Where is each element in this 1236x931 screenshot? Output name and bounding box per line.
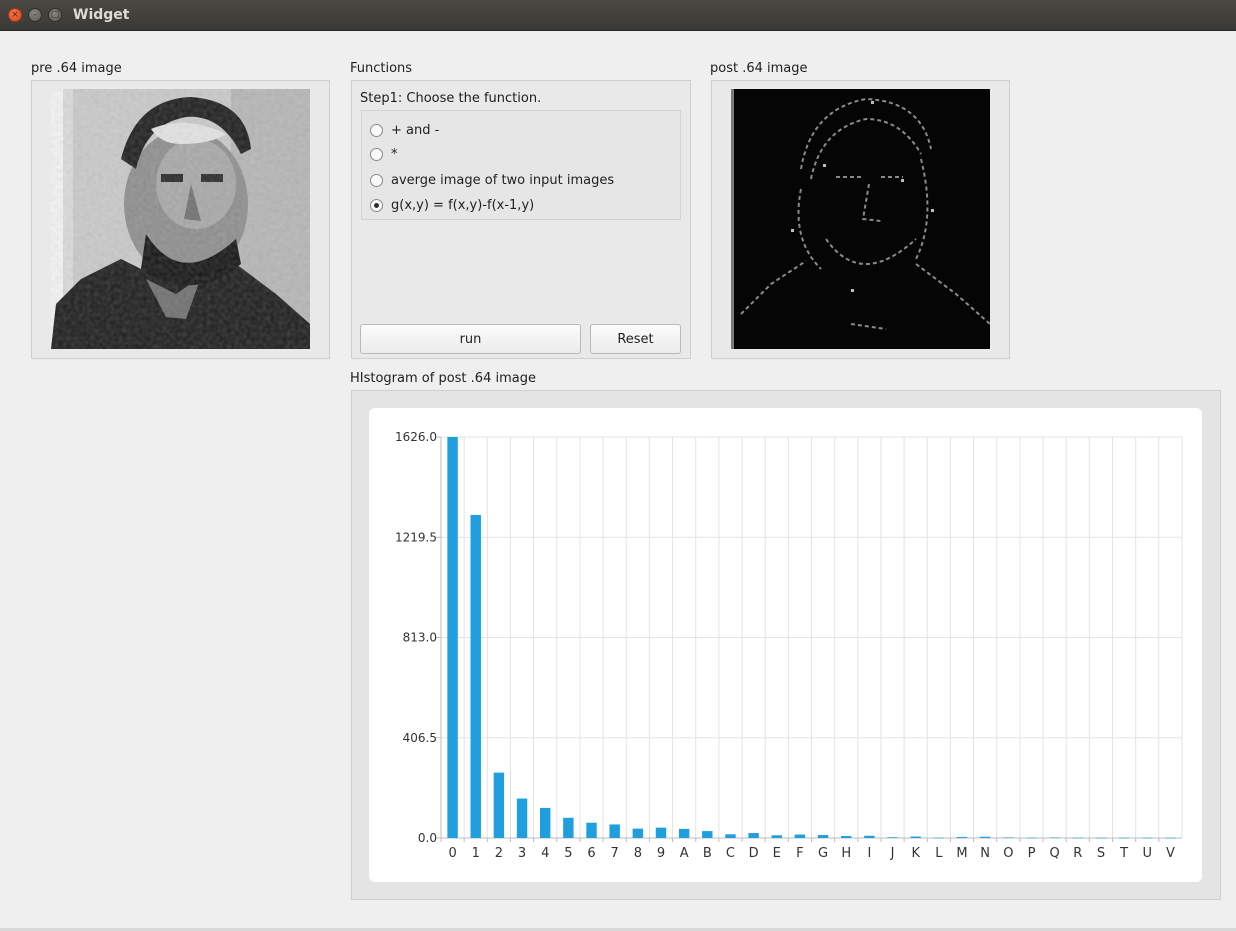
- histogram-bar: [817, 835, 829, 838]
- x-tick-label: F: [796, 846, 803, 861]
- y-tick-label: 813.0: [403, 631, 437, 645]
- x-tick-label: P: [1028, 846, 1036, 861]
- histogram-bar: [725, 834, 736, 838]
- histogram-bar: [539, 807, 551, 838]
- x-tick-label: L: [935, 846, 943, 861]
- histogram-bar: [841, 836, 852, 838]
- histogram-bar: [1049, 837, 1060, 839]
- histogram-bar: [794, 834, 806, 838]
- pre-image: [51, 89, 310, 349]
- option-average[interactable]: averge image of two input images: [370, 170, 614, 190]
- radio-average[interactable]: [370, 173, 383, 187]
- histogram-bar: [1142, 837, 1153, 839]
- y-tick-label: 1219.5: [395, 530, 437, 544]
- x-tick-label: A: [680, 846, 689, 861]
- x-tick-label: R: [1073, 846, 1082, 861]
- radio-multiply[interactable]: [370, 147, 383, 161]
- histogram-bar: [655, 827, 667, 838]
- x-tick-label: M: [956, 846, 967, 861]
- y-tick-label: 1626.0: [395, 430, 437, 444]
- x-tick-label: K: [911, 846, 920, 861]
- option-plus-minus[interactable]: + and -: [370, 120, 439, 140]
- histogram-bar: [864, 835, 875, 838]
- option-label: averge image of two input images: [391, 172, 615, 188]
- option-multiply[interactable]: *: [370, 144, 398, 164]
- x-tick-label: 9: [657, 846, 665, 861]
- minimize-icon[interactable]: –: [28, 8, 42, 22]
- histogram-bar: [956, 837, 968, 838]
- close-icon[interactable]: ×: [8, 8, 22, 22]
- x-tick-label: D: [749, 846, 759, 861]
- histogram-bar: [702, 831, 713, 838]
- window-title: Widget: [73, 7, 130, 23]
- histogram-bar: [979, 836, 991, 838]
- x-tick-label: U: [1143, 846, 1153, 861]
- x-tick-label: 0: [448, 846, 456, 861]
- x-tick-label: 7: [611, 846, 619, 861]
- x-tick-label: E: [773, 846, 781, 861]
- histogram-bar: [1072, 837, 1084, 839]
- x-tick-label: Q: [1050, 846, 1060, 861]
- radio-difference[interactable]: [370, 198, 383, 212]
- histogram-bar: [493, 772, 505, 838]
- histogram-bar: [1095, 837, 1107, 839]
- x-tick-label: 5: [564, 846, 572, 861]
- step-label: Step1: Choose the function.: [360, 91, 542, 106]
- histogram-bar: [933, 837, 945, 839]
- histogram-bar: [887, 837, 898, 838]
- option-label: + and -: [391, 122, 440, 138]
- post-image: [731, 89, 991, 349]
- x-tick-label: 4: [541, 846, 549, 861]
- x-tick-label: S: [1097, 846, 1105, 861]
- y-tick-label: 406.5: [403, 731, 437, 745]
- histogram-svg: 0.0 406.5 813.0 1219.5 1626.0 0 1 2 3 4 5 6 7 8 9 A B C D E…: [395, 430, 1183, 861]
- x-tick-label: 1: [472, 846, 480, 861]
- histogram-bar: [678, 828, 690, 838]
- histogram-bar: [609, 824, 620, 838]
- post-image-label: post .64 image: [710, 61, 808, 76]
- option-label: *: [391, 146, 398, 162]
- x-tick-label: B: [703, 846, 712, 861]
- function-options-group: + and - * averge image of two input imag…: [361, 110, 681, 220]
- histogram-bar: [748, 833, 759, 838]
- histogram-bar: [771, 835, 782, 838]
- run-button[interactable]: run: [360, 324, 581, 354]
- x-tick-label: H: [841, 846, 851, 861]
- histogram-bar: [447, 437, 458, 838]
- histogram-bar: [1003, 837, 1014, 839]
- histogram-bar: [1118, 837, 1130, 839]
- option-label: g(x,y) = f(x,y)-f(x-1,y): [391, 197, 535, 213]
- x-tick-label: 2: [495, 846, 503, 861]
- x-tick-label: O: [1003, 846, 1013, 861]
- x-tick-label: 6: [587, 846, 595, 861]
- y-tick-label: 0.0: [418, 831, 437, 845]
- x-tick-label: 8: [634, 846, 642, 861]
- histogram-bar: [1165, 837, 1176, 839]
- x-tick-label: I: [867, 846, 871, 861]
- maximize-icon[interactable]: □: [48, 8, 62, 22]
- x-tick-label: V: [1166, 846, 1175, 861]
- x-tick-label: J: [890, 846, 895, 861]
- histogram-bar: [516, 798, 528, 838]
- histogram-chart: 0.0 406.5 813.0 1219.5 1626.0 0 1 2 3 4 5 6 7 8 9 A B C D E…: [369, 408, 1202, 882]
- histogram-bar: [586, 822, 597, 838]
- radio-plus-minus[interactable]: [370, 123, 383, 137]
- window-titlebar[interactable]: × – □ Widget: [0, 0, 1236, 31]
- histogram-label: HIstogram of post .64 image: [350, 371, 536, 386]
- x-tick-label: C: [726, 846, 735, 861]
- functions-label: Functions: [350, 61, 413, 76]
- x-tick-label: G: [818, 846, 828, 861]
- histogram-bar: [1026, 837, 1037, 839]
- x-tick-label: N: [980, 846, 990, 861]
- histogram-bar: [910, 836, 921, 838]
- x-tick-label: 3: [518, 846, 526, 861]
- reset-button[interactable]: Reset: [590, 324, 681, 354]
- histogram-bar: [563, 817, 574, 838]
- histogram-bar: [470, 514, 481, 838]
- option-difference[interactable]: g(x,y) = f(x,y)-f(x-1,y): [370, 195, 534, 215]
- pre-image-label: pre .64 image: [31, 61, 122, 76]
- histogram-bar: [632, 828, 644, 838]
- x-tick-label: T: [1119, 846, 1128, 861]
